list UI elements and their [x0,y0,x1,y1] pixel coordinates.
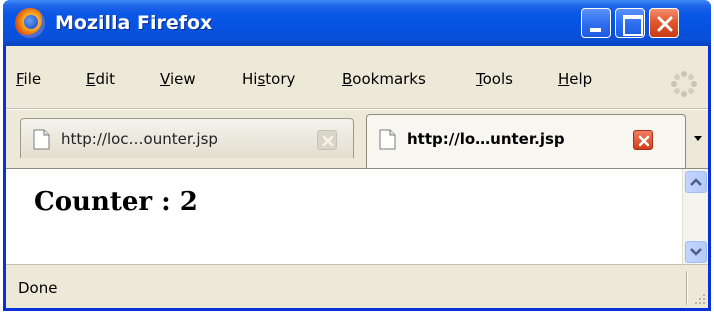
menu-view[interactable]: View [160,64,196,94]
document-icon [33,129,50,150]
menu-tools[interactable]: Tools [476,64,513,94]
tab-2-close-button[interactable] [633,130,653,150]
menu-help-accel: H [558,70,570,88]
close-button[interactable] [649,8,679,38]
menu-history-pre: Hi [242,70,258,88]
tab-2-active[interactable]: http://lo…unter.jsp [366,114,686,168]
throbber-icon [671,71,697,97]
tab-1-close-button[interactable] [317,130,337,150]
menu-view-accel: V [160,70,170,88]
menu-file-accel: F [16,70,24,88]
tab-1-label: http://loc…ounter.jsp [61,130,218,148]
document-icon [379,129,396,150]
close-icon [322,135,334,147]
menu-bar: File Edit View History Bookmarks Tools H… [6,64,708,94]
window-title: Mozilla Firefox [55,12,213,34]
menu-file[interactable]: File [16,64,41,94]
menu-history[interactable]: History [242,64,295,94]
chevron-up-icon [690,178,702,186]
tab-bar: http://loc…ounter.jsp http://lo…unter.js… [6,110,708,168]
scroll-up-button[interactable] [685,171,707,193]
menu-history-label: tory [265,70,296,88]
menu-bookmarks-label: ookmarks [352,70,426,88]
status-text: Done [18,279,58,297]
status-panel-separator [686,271,688,305]
browser-window: Mozilla Firefox File Edit View History B… [3,0,711,311]
status-bar: Done [6,264,708,308]
menu-bookmarks-accel: B [342,70,353,88]
minimize-button[interactable] [581,8,611,38]
menu-help-label: elp [569,70,593,88]
page-content: Counter : 2 [6,168,708,265]
tab-2-label: http://lo…unter.jsp [407,130,565,148]
menu-help[interactable]: Help [558,64,592,94]
menu-view-label: iew [169,70,196,88]
maximize-button[interactable] [615,8,645,38]
vertical-scrollbar[interactable] [682,169,708,265]
menu-bookmarks[interactable]: Bookmarks [342,64,426,94]
menu-tools-accel: T [476,70,483,88]
firefox-logo-icon [15,8,45,38]
menu-edit-label: dit [95,70,116,88]
resize-grip-icon[interactable] [692,291,706,305]
close-icon [638,135,650,147]
tab-1[interactable]: http://loc…ounter.jsp [20,118,354,158]
scroll-down-button[interactable] [685,241,707,263]
close-icon [657,16,673,32]
tab-list-chevron-down-icon[interactable] [692,132,704,144]
chevron-down-icon [690,248,702,256]
menu-edit[interactable]: Edit [86,64,115,94]
title-bar[interactable]: Mozilla Firefox [3,0,711,46]
menu-file-label: ile [23,70,42,88]
menu-tools-label: ools [482,70,513,88]
page-heading: Counter : 2 [34,187,198,217]
